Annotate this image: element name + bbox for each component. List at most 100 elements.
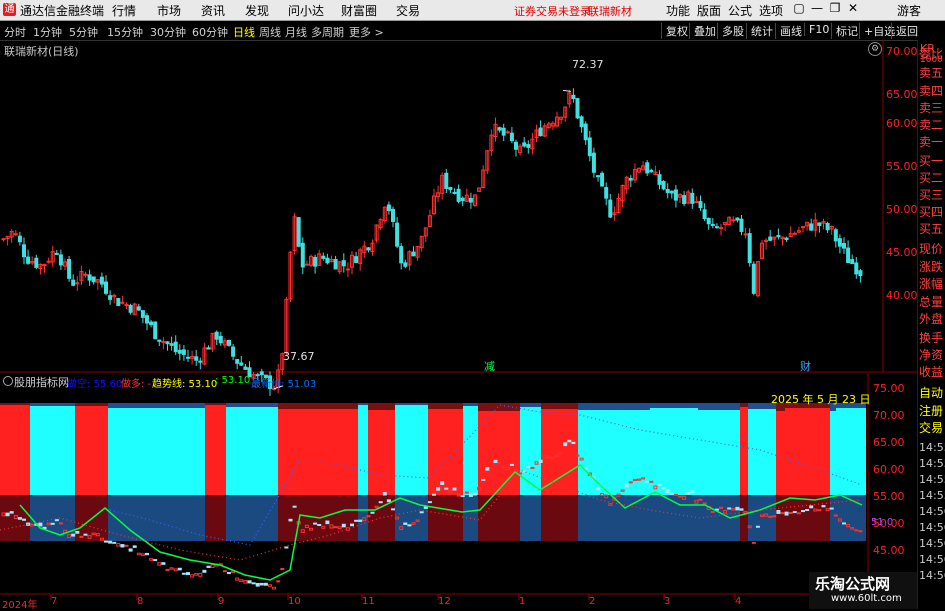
minimize-icon[interactable]: — (810, 1, 824, 15)
menu-ask[interactable]: 问小达 (288, 2, 324, 19)
candle-body (34, 257, 39, 268)
candle-body (157, 339, 162, 342)
period-more[interactable]: 更多 > (349, 24, 384, 40)
indicator-candle (54, 519, 59, 522)
indicator-candle (104, 540, 108, 543)
restore-small-icon[interactable]: ▢ (792, 1, 806, 15)
menu-layout[interactable]: 版面 (697, 2, 721, 19)
candle-body (460, 197, 465, 202)
f10-button[interactable]: F10 (804, 23, 829, 36)
period-5min[interactable]: 5分钟 (69, 24, 98, 40)
indicator-band-cap (463, 403, 478, 406)
event-marker-finance[interactable]: 财 (800, 358, 811, 374)
main-chart-title: 联瑞新材(日线) (4, 45, 79, 58)
mark-button[interactable]: 标记 (831, 23, 858, 39)
indicator-band-top (785, 408, 830, 495)
indicator-name[interactable]: 股朋指标网 (14, 374, 69, 390)
panel-item[interactable]: 买三 (919, 188, 943, 202)
period-weekly[interactable]: 周线 (259, 24, 281, 40)
indicator-candle (333, 526, 338, 529)
close-icon[interactable]: ✕ (846, 1, 860, 15)
draw-line-button[interactable]: 画线 (775, 23, 802, 39)
chart-settings-icon[interactable]: ⚙ (868, 42, 882, 56)
indicator-band-top (0, 405, 30, 495)
panel-item[interactable]: 涨幅 (919, 277, 943, 291)
period-multi[interactable]: 多周期 (311, 24, 344, 40)
panel-item[interactable]: 现价 (919, 242, 943, 256)
indicator-band-top (428, 409, 463, 495)
panel-item[interactable]: 卖四 (919, 84, 943, 98)
indicator-candle (530, 466, 535, 469)
period-30min[interactable]: 30分钟 (150, 24, 186, 40)
panel-item[interactable]: 总量 (919, 295, 943, 309)
indicator-band-cap (520, 403, 541, 407)
panel-item[interactable]: 外盘 (919, 312, 943, 326)
candle-body (706, 217, 711, 225)
multi-stock-button[interactable]: 多股 (717, 23, 744, 39)
menu-market[interactable]: 市场 (157, 2, 181, 19)
user-label[interactable]: 游客 (897, 2, 921, 19)
menu-news[interactable]: 资讯 (201, 2, 225, 19)
menu-wealth[interactable]: 财富圈 (341, 2, 377, 19)
panel-item[interactable]: 净资 (919, 348, 943, 362)
panel-item[interactable]: 卖一 (919, 135, 943, 149)
menu-quotes[interactable]: 行情 (112, 2, 136, 19)
kline-chart-area[interactable] (0, 40, 917, 609)
maximize-icon[interactable]: ❐ (828, 1, 842, 15)
candle-body (186, 356, 190, 359)
indicator-settings-icon[interactable] (3, 376, 13, 386)
indicator-candle (563, 442, 568, 447)
panel-item[interactable]: 卖二 (919, 118, 943, 132)
menu-function[interactable]: 功能 (666, 2, 690, 19)
candle-body (149, 321, 154, 326)
panel-item[interactable]: 收益 (919, 365, 943, 379)
panel-item[interactable]: 涨跌 (919, 260, 943, 274)
price-axis-label: 55.00 (886, 160, 918, 173)
adjust-button[interactable]: 复权 (661, 23, 688, 39)
indicator-band-bottom (478, 495, 520, 541)
indicator-band-top (740, 407, 748, 495)
indicator-candle (768, 515, 773, 518)
panel-item[interactable]: 交易 (919, 421, 943, 435)
period-monthly[interactable]: 月线 (285, 24, 307, 40)
indicator-candle (645, 480, 650, 483)
panel-item[interactable]: 买四 (919, 205, 943, 219)
candle-body (809, 223, 814, 231)
period-1min[interactable]: 1分钟 (33, 24, 62, 40)
candle-body (341, 260, 346, 267)
indicator-candle (79, 535, 84, 538)
panel-item[interactable]: 卖三 (919, 101, 943, 115)
price-axis-label: 65.00 (886, 88, 918, 101)
period-15min[interactable]: 15分钟 (107, 24, 143, 40)
panel-item[interactable]: 换手 (919, 331, 943, 345)
panel-item[interactable]: 注册 (919, 404, 943, 418)
indicator-candle (596, 487, 600, 491)
event-marker-reduce[interactable]: 减 (484, 358, 495, 374)
indicator-band-top (578, 410, 650, 495)
back-button[interactable]: 返回 (891, 23, 918, 39)
panel-item[interactable]: 买五 (919, 222, 943, 236)
menu-discover[interactable]: 发现 (245, 2, 269, 19)
panel-item[interactable]: 卖五 (919, 66, 943, 80)
statistics-button[interactable]: 统计 (746, 23, 773, 39)
candle-body (243, 366, 248, 370)
period-intraday[interactable]: 分时 (4, 24, 26, 40)
menu-options[interactable]: 选项 (759, 2, 783, 19)
indicator-band-bottom (748, 495, 776, 541)
candle-body (731, 219, 736, 222)
trade-login-notice[interactable]: 证券交易未登录 (514, 3, 591, 19)
period-daily[interactable]: 日线 (233, 24, 255, 40)
overlay-button[interactable]: 叠加 (689, 23, 716, 39)
menu-formula[interactable]: 公式 (728, 2, 752, 19)
period-60min[interactable]: 60分钟 (192, 24, 228, 40)
panel-item[interactable]: 买二 (919, 171, 943, 185)
panel-item[interactable]: 自动 (919, 386, 943, 400)
menu-trade[interactable]: 交易 (396, 2, 420, 19)
candle-body (768, 236, 773, 241)
panel-item[interactable]: 买一 (919, 154, 943, 168)
candle-body (313, 256, 318, 267)
indicator-candle (272, 586, 277, 590)
panel-item[interactable]: 委比 (919, 47, 943, 61)
candle-body (743, 233, 748, 236)
add-watchlist-button[interactable]: +自选 (859, 23, 895, 39)
